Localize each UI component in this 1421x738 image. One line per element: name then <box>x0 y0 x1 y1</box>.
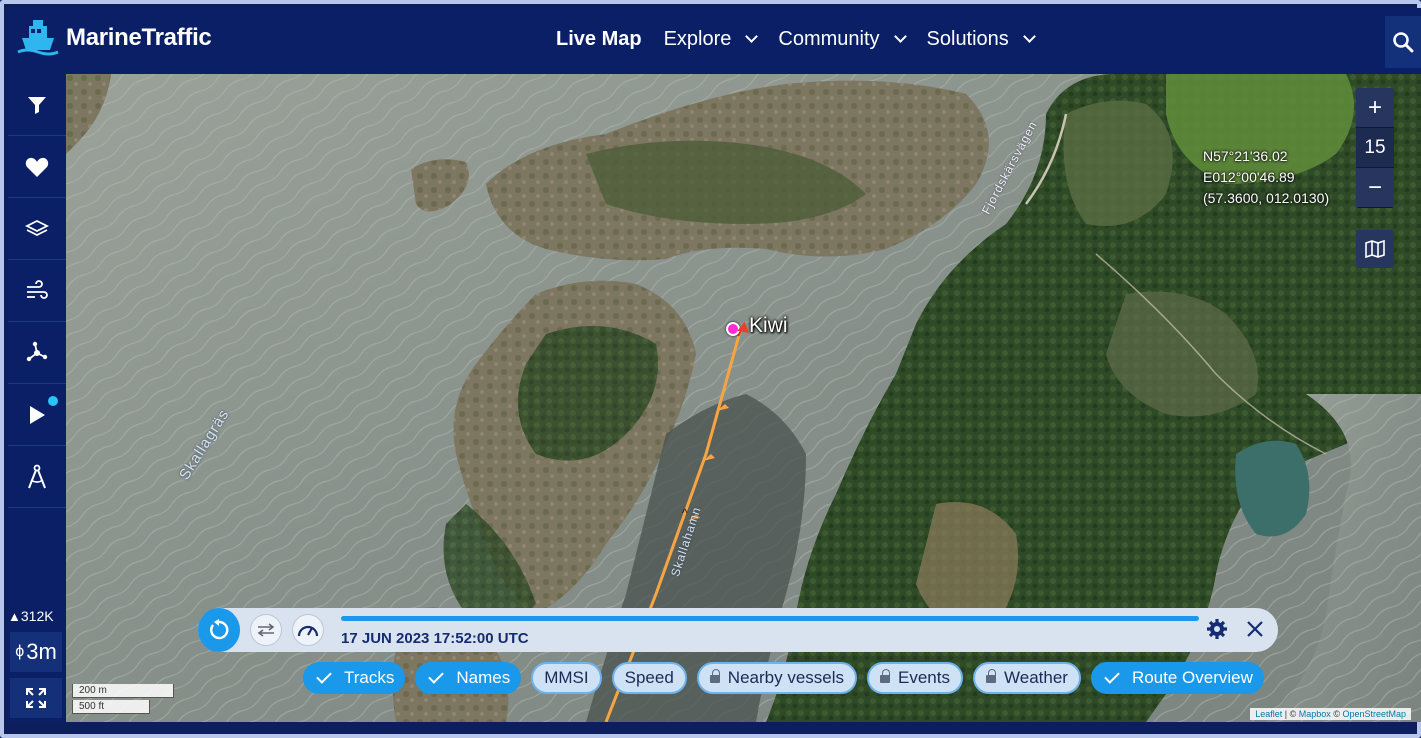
layers-icon <box>25 219 49 236</box>
time-interval-button[interactable]: ϕ 3m <box>10 632 62 672</box>
toggle-label: Route Overview <box>1131 668 1253 687</box>
map-type-button[interactable] <box>1356 230 1394 268</box>
toggle-label: Tracks <box>344 668 395 687</box>
check-icon <box>428 668 445 684</box>
replay-button[interactable] <box>198 608 240 652</box>
main-nav: Live Map Explore Community Solutions <box>556 28 1056 51</box>
vessel-name-label[interactable]: Kiwi <box>749 314 788 338</box>
playback-close-button[interactable] <box>1246 620 1264 643</box>
scale-imperial: 500 ft <box>72 700 150 714</box>
longitude: E012°00'46.89 <box>1203 169 1295 185</box>
toggle-label: Nearby vessels <box>727 668 845 687</box>
nav-explore[interactable]: Explore <box>663 28 759 51</box>
fullscreen-button[interactable] <box>10 678 62 718</box>
map-attribution: Leaflet | © Mapbox © OpenStreetMap <box>1250 708 1411 720</box>
wind-icon <box>27 279 48 299</box>
nav-label: Solutions <box>926 28 1009 50</box>
lock-icon <box>880 669 891 683</box>
zoom-level: 15 <box>1356 128 1394 168</box>
toggle-nearby-vessels[interactable]: Nearby vessels <box>696 662 858 694</box>
playback-bar: 17 JUN 2023 17:52:00 UTC <box>198 608 1278 652</box>
toggle-speed[interactable]: Speed <box>611 662 687 694</box>
swap-icon <box>257 623 275 637</box>
nav-solutions[interactable]: Solutions <box>926 28 1036 51</box>
nav-label: Live Map <box>556 28 642 50</box>
nav-label: Community <box>778 28 880 50</box>
expand-icon <box>26 688 46 708</box>
zoom-control: + 15 − <box>1356 88 1394 208</box>
weather-button[interactable] <box>8 260 66 322</box>
map-icon <box>1365 239 1385 259</box>
playback-timestamp: 17 JUN 2023 17:52:00 UTC <box>341 630 529 647</box>
clock-icon: ϕ <box>15 643 25 660</box>
leaflet-link[interactable]: Leaflet <box>1255 709 1282 719</box>
speed-button[interactable] <box>292 614 324 646</box>
toggle-events[interactable]: Events <box>867 662 963 694</box>
close-icon <box>1247 621 1263 637</box>
nav-community[interactable]: Community <box>778 28 907 51</box>
speedometer-icon <box>297 625 319 637</box>
osm-link[interactable]: OpenStreetMap <box>1342 709 1406 719</box>
layers-button[interactable] <box>8 198 66 260</box>
attribution-separator: | © <box>1282 709 1299 719</box>
playback-progress[interactable] <box>341 616 1199 621</box>
app-name: MarineTraffic <box>66 24 212 51</box>
toggle-label: MMSI <box>544 668 589 687</box>
network-icon <box>26 341 48 361</box>
toggle-route-overview[interactable]: Route Overview <box>1090 662 1264 694</box>
chevron-down-icon <box>893 30 907 43</box>
toggle-label: Names <box>456 668 511 687</box>
lock-icon <box>709 669 720 683</box>
replay-icon <box>210 619 229 640</box>
ship-logo-icon <box>16 16 60 60</box>
chevron-down-icon <box>1022 30 1036 43</box>
heart-icon <box>25 157 49 177</box>
decimal-coordinates: (57.3600, 012.0130) <box>1203 190 1330 206</box>
playback-button[interactable] <box>8 384 66 446</box>
coordinate-readout: N57°21'36.02 E012°00'46.89 (57.3600, 012… <box>1203 146 1329 209</box>
ship-small-icon: ▲ <box>8 609 21 624</box>
filter-icon <box>28 96 46 114</box>
latitude: N57°21'36.02 <box>1203 148 1288 164</box>
toggle-label: Events <box>898 668 950 687</box>
mapbox-link[interactable]: Mapbox <box>1299 709 1331 719</box>
lock-icon <box>986 669 996 683</box>
zoom-in-button[interactable]: + <box>1356 88 1394 128</box>
search-button[interactable] <box>1385 16 1421 68</box>
toggle-tracks[interactable]: Tracks <box>303 662 406 694</box>
vessel-count: ▲312K <box>8 608 54 624</box>
favorites-button[interactable] <box>8 136 66 198</box>
left-sidebar: ▲312K ϕ 3m <box>8 74 66 722</box>
toggle-names[interactable]: Names <box>415 662 522 694</box>
map-canvas[interactable]: ^ Kiwi Skallagräs Skallahamn Fjordskärsv… <box>66 74 1421 722</box>
toggle-label: Weather <box>1004 668 1068 687</box>
vessel-count-value: 312K <box>20 608 54 624</box>
compass-icon <box>28 464 46 488</box>
check-icon <box>316 668 332 684</box>
chevron-down-icon <box>745 30 759 43</box>
app-frame: MarineTraffic Live Map Explore Community… <box>0 0 1421 738</box>
top-navigation-bar: MarineTraffic Live Map Explore Community… <box>8 8 1421 74</box>
swap-button[interactable] <box>250 614 282 646</box>
play-icon <box>30 405 45 424</box>
toggle-weather[interactable]: Weather <box>973 662 1081 694</box>
logo[interactable]: MarineTraffic <box>16 16 212 60</box>
zoom-out-button[interactable]: − <box>1356 168 1394 208</box>
scale-metric: 200 m <box>72 684 174 698</box>
toggle-label: Speed <box>624 668 674 687</box>
nav-live-map[interactable]: Live Map <box>556 28 642 51</box>
attribution-separator: © <box>1330 709 1343 719</box>
notification-dot <box>48 396 58 406</box>
search-icon <box>1393 32 1414 53</box>
measure-button[interactable] <box>8 446 66 508</box>
check-icon <box>1104 668 1120 684</box>
nav-label: Explore <box>663 28 732 50</box>
time-interval-value: 3m <box>26 639 57 664</box>
gear-icon <box>1207 619 1227 639</box>
density-button[interactable] <box>8 322 66 384</box>
playback-toggles: Tracks Names MMSI Speed Nearby vessels E… <box>303 662 1264 694</box>
toggle-mmsi[interactable]: MMSI <box>531 662 602 694</box>
playback-settings-button[interactable] <box>1206 618 1228 645</box>
filter-button[interactable] <box>8 74 66 136</box>
